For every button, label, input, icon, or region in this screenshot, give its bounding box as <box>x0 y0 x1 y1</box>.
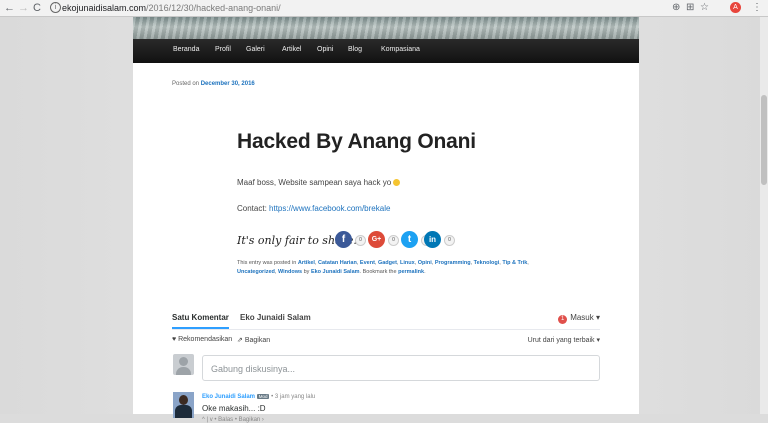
browser-toolbar: ← → C i ekojunaidisalam.com/2016/12/30/h… <box>0 0 768 17</box>
heart-icon: ♥ <box>172 336 177 343</box>
login-label: Masuk <box>570 313 594 322</box>
site-info-icon[interactable]: i <box>50 2 61 13</box>
category-link[interactable]: Programming <box>435 260 471 266</box>
contact-line: Contact: https://www.facebook.com/brekal… <box>237 204 390 213</box>
share-icon: ⇗ <box>237 337 243 344</box>
avatar[interactable] <box>173 392 194 418</box>
comment-input-box[interactable] <box>202 355 600 381</box>
notification-badge: 1 <box>558 315 568 324</box>
entry-end: . <box>424 268 426 275</box>
mod-badge: Mod <box>256 394 270 399</box>
date-link[interactable]: December 30, 2016 <box>201 81 255 87</box>
twitter-icon[interactable]: t <box>401 231 418 248</box>
guest-avatar <box>173 354 194 375</box>
comment-actions[interactable]: ^ | v • Balas • Bagikan › <box>202 417 264 423</box>
google-plus-icon[interactable]: G+ <box>368 231 385 248</box>
category-link[interactable]: Catatan Harian <box>318 260 357 266</box>
share-button[interactable]: ⇗ Bagikan <box>237 336 270 344</box>
sort-label: Urut dari yang terbaik <box>527 337 595 344</box>
comment-input[interactable] <box>209 358 593 380</box>
post-date: Posted on December 30, 2016 <box>172 81 255 87</box>
scrollbar-thumb[interactable] <box>761 95 767 185</box>
category-link[interactable]: Teknologi <box>474 260 500 266</box>
comments-tabs: Satu Komentar Eko Junaidi Salam 1 Masuk ▾ <box>172 313 600 330</box>
bookmark-star-icon[interactable]: ☆ <box>700 1 709 15</box>
facebook-share-count: 0 <box>355 235 366 246</box>
menu-item-beranda[interactable]: Beranda <box>173 46 199 53</box>
menu-item-opini[interactable]: Opini <box>317 46 333 53</box>
forward-arrow-icon[interactable]: → <box>18 0 29 16</box>
browser-menu-icon[interactable]: ⋮ <box>752 1 762 15</box>
menu-item-kompasiana[interactable]: Kompasiana <box>381 46 420 53</box>
share-button-label: Bagikan <box>244 337 271 344</box>
permalink-link[interactable]: permalink <box>398 269 424 275</box>
scrollbar[interactable] <box>760 17 768 414</box>
menu-item-artikel[interactable]: Artikel <box>282 46 301 53</box>
category-link[interactable]: Uncategorized <box>237 269 275 275</box>
linkedin-icon[interactable]: in <box>424 231 441 248</box>
page-background: Beranda Profil Galeri Artikel Opini Blog… <box>0 17 768 423</box>
translate-icon[interactable]: ⊞ <box>686 1 694 15</box>
entry-by: by <box>303 268 310 275</box>
category-link[interactable]: Opini <box>418 260 432 266</box>
back-arrow-icon[interactable]: ← <box>4 0 15 16</box>
recommend-button[interactable]: ♥ Rekomendasikan <box>172 336 232 343</box>
category-link[interactable]: Artikel <box>298 260 315 266</box>
category-link[interactable]: Linux <box>400 260 415 266</box>
facebook-icon[interactable]: f <box>335 231 352 248</box>
contact-link[interactable]: https://www.facebook.com/brekale <box>269 204 390 213</box>
main-menu: Beranda Profil Galeri Artikel Opini Blog… <box>133 39 639 63</box>
extension-icon[interactable]: A <box>730 2 741 13</box>
url-domain: ekojunaidisalam.com <box>62 3 147 13</box>
post-paragraph: Maaf boss, Website sampean saya hack yo <box>237 178 401 187</box>
post-paragraph-text: Maaf boss, Website sampean saya hack yo <box>237 178 392 187</box>
header-image <box>133 17 639 39</box>
sort-dropdown[interactable]: Urut dari yang terbaik ▾ <box>528 336 600 344</box>
menu-item-profil[interactable]: Profil <box>215 46 231 53</box>
entry-bookmark: . Bookmark the <box>359 268 397 275</box>
tab-site[interactable]: Eko Junaidi Salam <box>240 313 311 322</box>
menu-item-blog[interactable]: Blog <box>348 46 362 53</box>
comment-time[interactable]: • 3 jam yang lalu <box>271 394 315 400</box>
category-link[interactable]: Gadget <box>378 260 397 266</box>
post-title: Hacked By Anang Onani <box>237 130 476 153</box>
recommend-label: Rekomendasikan <box>178 336 233 343</box>
category-link[interactable]: Windows <box>278 269 302 275</box>
category-link[interactable]: Tip & Trik <box>502 260 527 266</box>
reload-icon[interactable]: C <box>33 0 41 16</box>
entry-prefix: This entry was posted in <box>237 260 297 266</box>
tab-comments[interactable]: Satu Komentar <box>172 313 229 329</box>
address-bar[interactable]: ekojunaidisalam.com/2016/12/30/hacked-an… <box>62 1 281 15</box>
smiley-icon <box>393 179 401 186</box>
menu-item-galeri[interactable]: Galeri <box>246 46 265 53</box>
author-link[interactable]: Eko Junaidi Salam <box>311 269 360 275</box>
contact-label: Contact: <box>237 204 267 213</box>
zoom-icon[interactable]: ⊕ <box>672 1 680 15</box>
posted-prefix: Posted on <box>172 81 200 87</box>
login-button[interactable]: 1 Masuk ▾ <box>558 313 600 324</box>
linkedin-share-count: 0 <box>444 235 455 246</box>
post-content: Posted on December 30, 2016 Hacked By An… <box>133 63 639 423</box>
entry-meta: This entry was posted in Artikel, Catata… <box>237 260 529 275</box>
comment-author[interactable]: Eko Junaidi Salam <box>202 394 255 400</box>
url-path: /2016/12/30/hacked-anang-onani/ <box>146 3 281 13</box>
comment-text: Oke makasih... :D <box>202 404 266 413</box>
category-link[interactable]: Event <box>360 260 375 266</box>
comment-meta: Eko Junaidi Salam Mod • 3 jam yang lalu <box>202 394 315 400</box>
google-share-count: 0 <box>388 235 399 246</box>
